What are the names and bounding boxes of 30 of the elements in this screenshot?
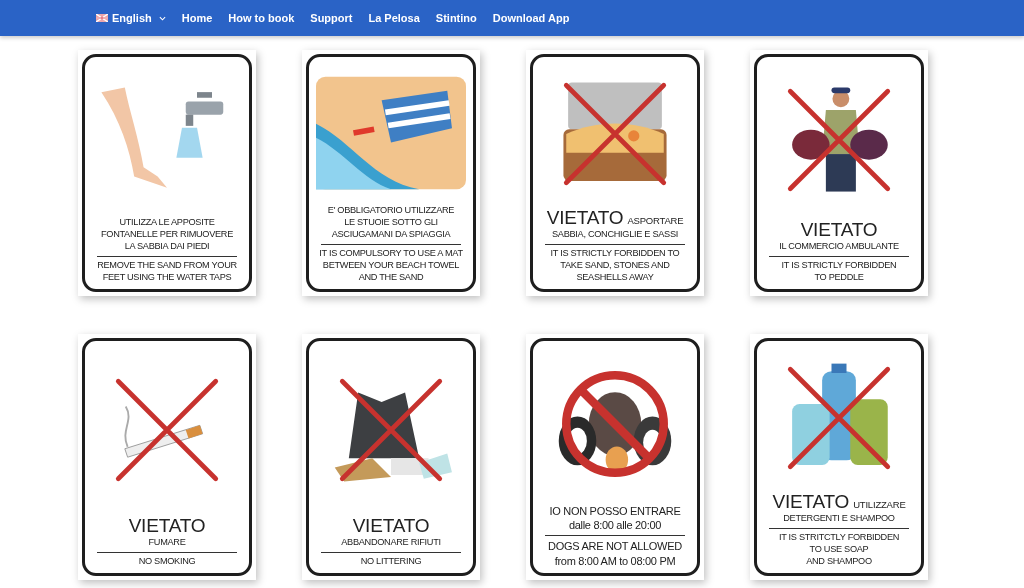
italian-text: IO NON POSSO ENTRARE dalle 8:00 alle 20:00 [549,503,681,533]
italian-text: IL COMMERCIO AMBULANTE [779,241,899,254]
nav-link[interactable]: La Pelosa [368,12,420,24]
italian-text: SABBIA, CONCHIGLIE E SASSI [552,229,678,242]
english-text: DOGS ARE NOT ALLOWED from 8:00 AM to 08:00 PM [548,539,682,568]
english-text: NO SMOKING [138,556,196,568]
nav-link[interactable]: How to book [228,12,295,24]
flag-icon [96,14,108,22]
italian-text: UTILIZZA LE APPOSITE FONTANELLE PER RIMUOVERE LA SABBIA DAI PIEDI [101,217,233,254]
language-selector[interactable]: English [96,12,166,24]
chevron-down-icon [158,15,166,21]
nav-link[interactable]: Support [310,12,353,24]
sign-headline: VIETATO ASPORTARE [546,207,684,230]
english-text: IT IS STRICTLY FORBIDDEN TO PEDDLE [781,260,897,284]
sign-headline: VIETATO UTILIZZARE [772,491,906,514]
english-text: NO LITTERING [360,556,422,568]
italian-text: FUMARE [148,537,186,550]
english-text: REMOVE THE SAND FROM YOUR FEET USING THE WATER TAPS [97,260,237,284]
english-text: IT IS COMPULSORY TO USE A MAT BETWEEN YOUR BEACH TOWEL AND THE SAND [319,248,463,284]
nav-link[interactable]: Download App [492,12,570,24]
english-text: IT IS STRITCTLY FORBIDDEN TO USE SOAP AND SHAMPOO [778,532,900,568]
italian-text: ABBANDONARE RIFIUTI [341,537,441,550]
sign-headline: VIETATO [352,515,430,538]
sign-headline: VIETATO [128,515,206,538]
italian-text: E' OBBLIGATORIO UTILIZZARE LE STUOIE SOTTO GLI ASCIUGAMANI DA SPIAGGIA [327,205,455,242]
sign-headline: VIETATO [800,219,878,242]
english-text: IT IS STRICTLY FORBIDDEN TO TAKE SAND, STONES AND SEASHELLS AWAY [550,248,680,284]
italian-text: DETERGENTI E SHAMPOO [783,513,895,526]
nav-link[interactable]: Home [181,12,213,24]
nav-link[interactable]: Stintino [435,12,477,24]
